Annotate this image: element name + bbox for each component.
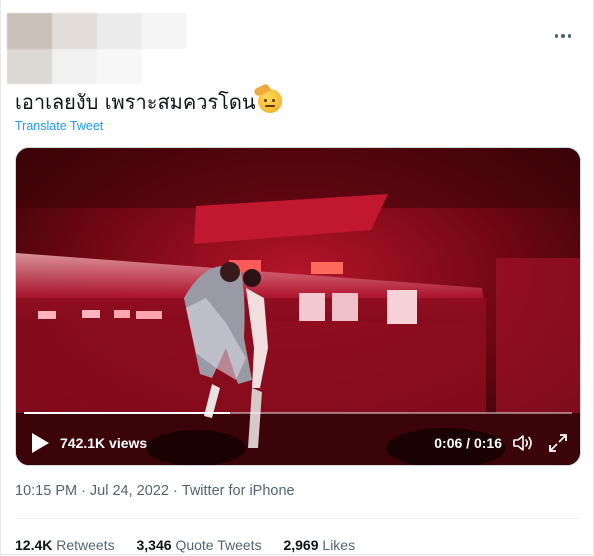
- time-separator: /: [462, 435, 474, 451]
- video-timecode: 0:06 / 0:16: [434, 435, 502, 451]
- retweets-stat[interactable]: 12.4K Retweets: [15, 537, 115, 553]
- likes-label: Likes: [322, 537, 356, 553]
- quotes-count: 3,346: [136, 537, 172, 553]
- video-player[interactable]: 742.1K views 0:06 / 0:16: [15, 147, 581, 466]
- quotes-label: Quote Tweets: [175, 537, 262, 553]
- duration: 0:16: [473, 435, 502, 451]
- tweet-time[interactable]: 10:15 PM: [15, 483, 77, 499]
- tweet-card: เอาเลยงับ เพราะสมควรโดน Translate Tweet: [0, 0, 594, 555]
- likes-count: 2,969: [283, 537, 319, 553]
- volume-icon[interactable]: [512, 433, 534, 453]
- more-options-button[interactable]: [551, 24, 575, 48]
- likes-stat[interactable]: 2,969 Likes: [283, 537, 355, 553]
- meta-separator: ·: [172, 483, 178, 499]
- fullscreen-icon[interactable]: [548, 433, 568, 453]
- play-icon[interactable]: [30, 432, 50, 454]
- tweet-metadata: 10:15 PM · Jul 24, 2022 · Twitter for iPhone: [15, 483, 295, 499]
- saluting-face-emoji-icon: [252, 82, 282, 113]
- tweet-date[interactable]: Jul 24, 2022: [90, 483, 169, 499]
- divider: [15, 518, 579, 519]
- meta-separator: ·: [81, 483, 86, 499]
- video-progress-fill: [24, 412, 230, 414]
- blurred-author-header: [7, 13, 187, 84]
- quote-tweets-stat[interactable]: 3,346 Quote Tweets: [137, 537, 262, 553]
- tweet-stats: 12.4K Retweets 3,346 Quote Tweets 2,969 …: [15, 537, 373, 553]
- retweets-count: 12.4K: [15, 537, 53, 553]
- more-horizontal-icon: [554, 34, 559, 38]
- video-frame-concert-stage: [16, 148, 580, 465]
- tweet-source[interactable]: Twitter for iPhone: [182, 483, 295, 499]
- current-time: 0:06: [434, 435, 463, 451]
- video-progress-bar[interactable]: [24, 412, 572, 414]
- translate-tweet-link[interactable]: Translate Tweet: [15, 119, 103, 133]
- tweet-text: เอาเลยงับ เพราะสมควรโดน: [15, 90, 256, 114]
- retweets-label: Retweets: [56, 537, 115, 553]
- view-count: 742.1K views: [60, 435, 148, 451]
- tweet-text-container: เอาเลยงับ เพราะสมควรโดน: [15, 82, 282, 116]
